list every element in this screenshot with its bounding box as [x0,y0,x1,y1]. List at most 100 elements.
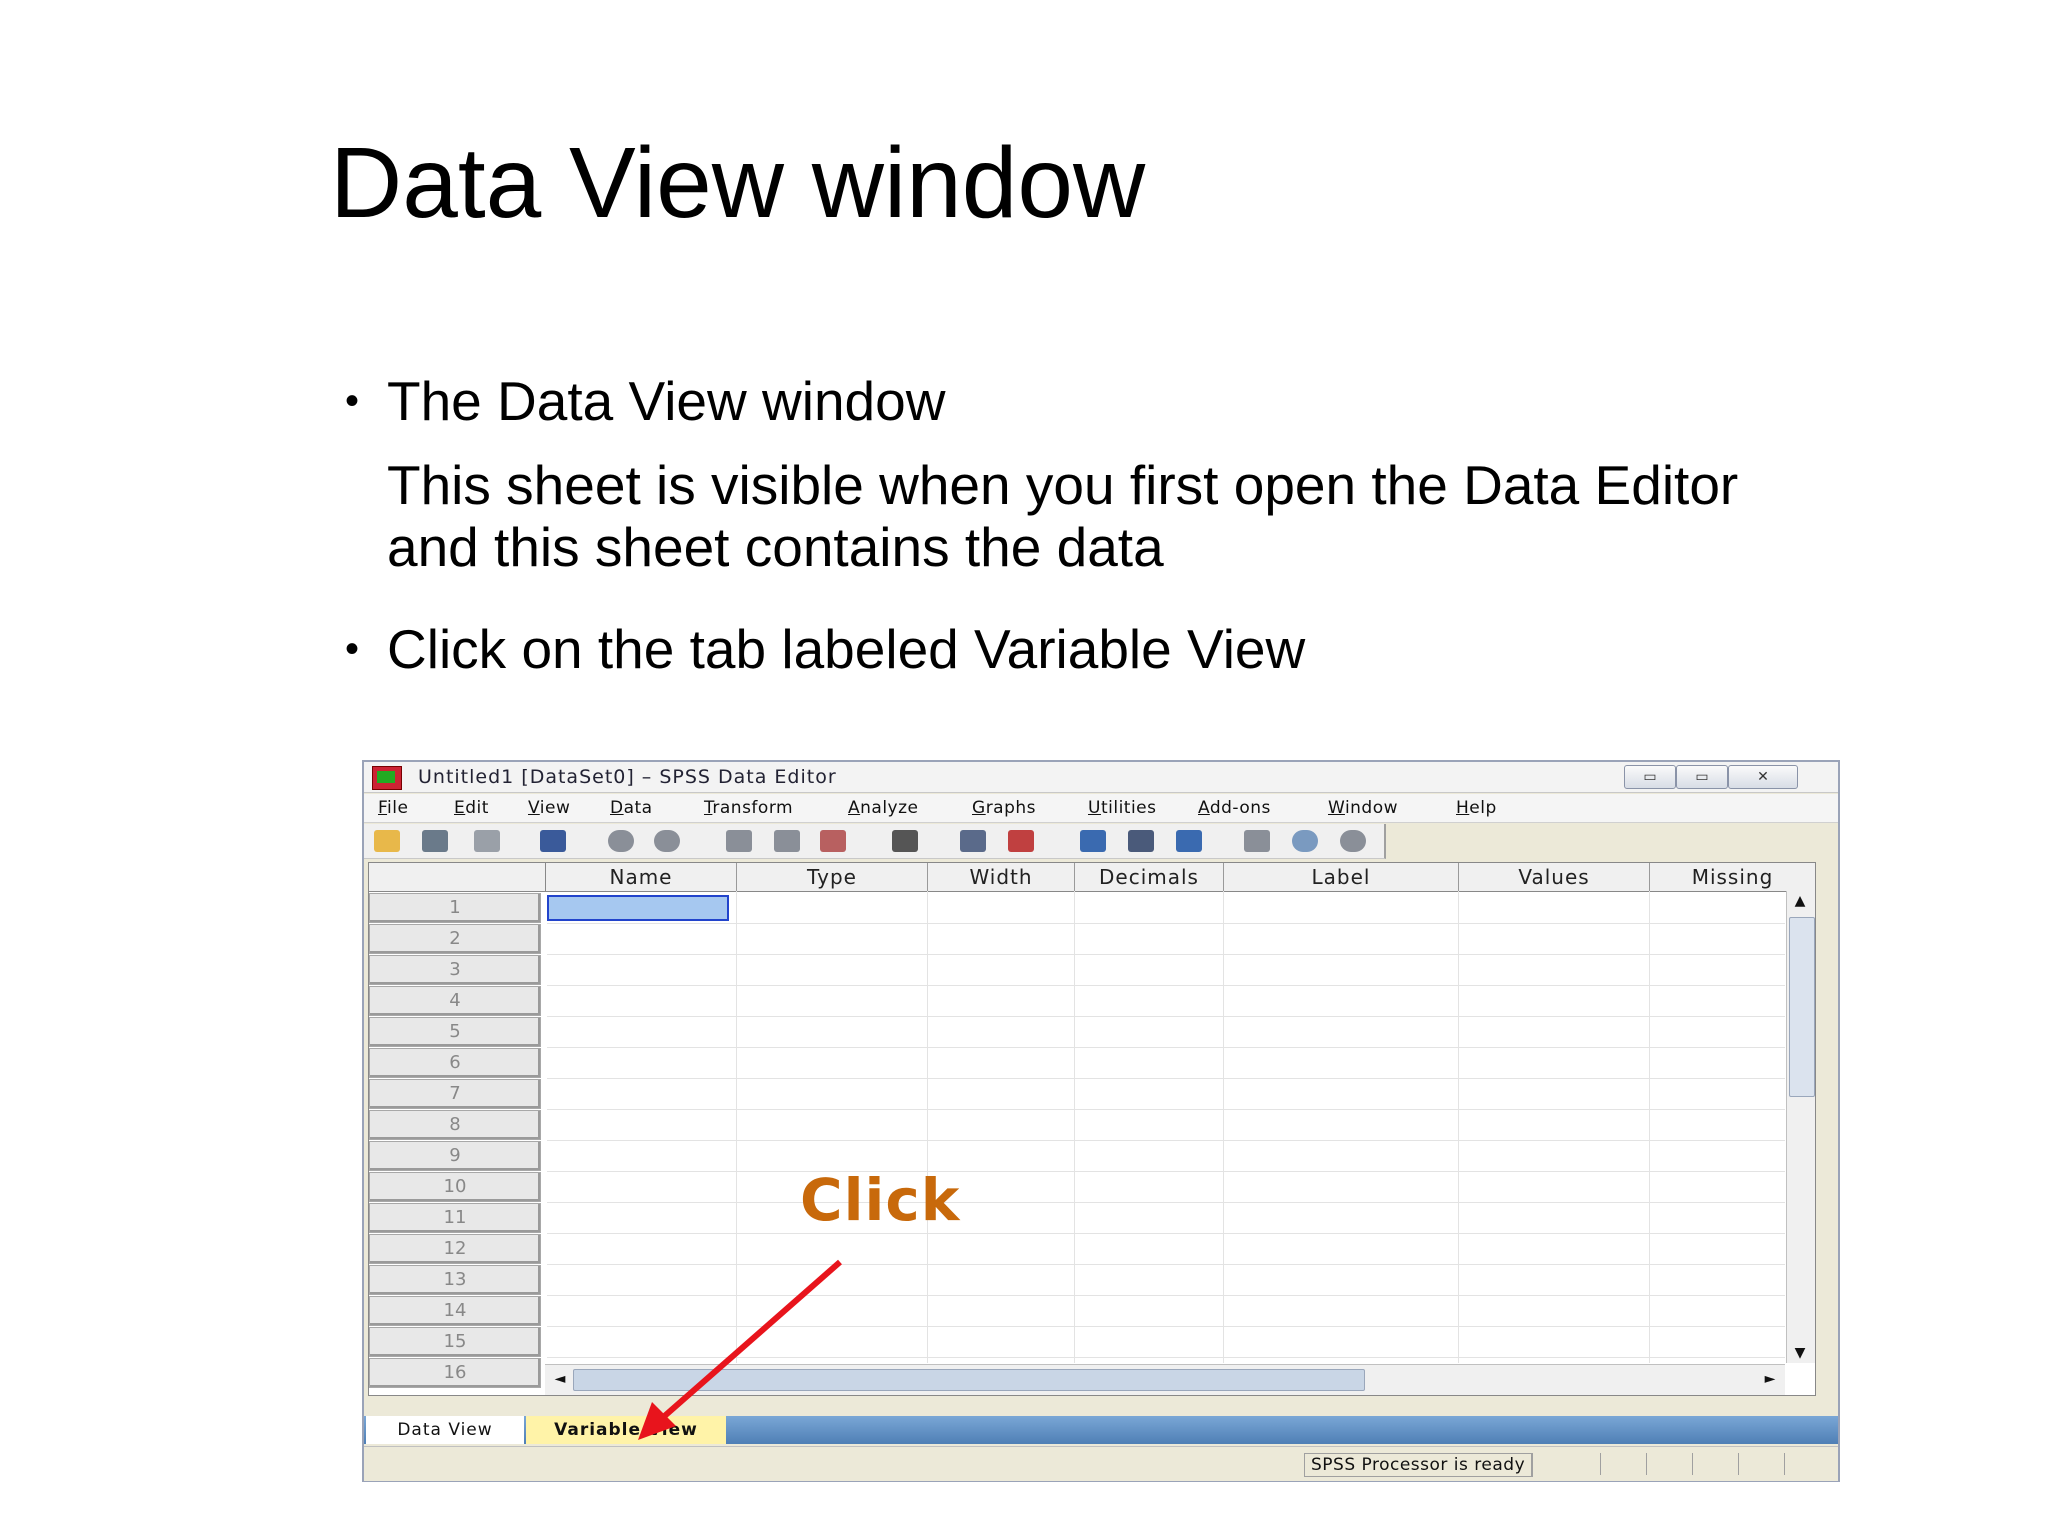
menu-window[interactable]: Window [1328,798,1398,818]
variables-icon[interactable] [820,830,846,852]
row-header[interactable]: 5 [369,1017,541,1047]
menu-analyze[interactable]: Analyze [848,798,919,818]
use-sets-icon[interactable] [1292,830,1318,852]
status-bar: SPSS Processor is ready [364,1446,1838,1481]
grid-row-line [547,1295,1785,1296]
row-header[interactable]: 7 [369,1079,541,1109]
menu-utilities[interactable]: Utilities [1088,798,1157,818]
bullet-item: • The Data View window [345,370,1845,432]
row-header[interactable]: 10 [369,1172,541,1202]
value-labels-icon[interactable] [1244,830,1270,852]
vertical-scrollbar[interactable]: ▲ ▼ [1786,891,1815,1363]
menu-help[interactable]: Help [1456,798,1497,818]
row-header[interactable]: 13 [369,1265,541,1295]
column-header-label[interactable]: Label [1224,863,1459,892]
grid-corner[interactable] [369,863,546,892]
menu-edit[interactable]: Edit [454,798,489,818]
find-icon[interactable] [892,830,918,852]
column-header-values[interactable]: Values [1459,863,1650,892]
minimize-button[interactable]: ▭ [1624,765,1676,789]
grid-column-line [1458,891,1459,1363]
row-header[interactable]: 8 [369,1110,541,1140]
grid-row-line [547,1264,1785,1265]
menu-file[interactable]: File [378,798,408,818]
menu-graphs[interactable]: Graphs [972,798,1036,818]
menu-data[interactable]: Data [610,798,653,818]
close-icon: ✕ [1757,769,1769,785]
menu-view[interactable]: View [528,798,570,818]
weight-cases-icon[interactable] [1128,830,1154,852]
horizontal-scroll-thumb[interactable] [573,1369,1365,1391]
vertical-scroll-thumb[interactable] [1789,917,1815,1097]
column-header-width[interactable]: Width [928,863,1075,892]
save-icon[interactable] [422,830,448,852]
bullet-text: Click on the tab labeled Variable View [387,618,1306,680]
row-header[interactable]: 3 [369,955,541,985]
minimize-icon: ▭ [1643,769,1657,785]
row-header[interactable]: 1 [369,893,541,923]
scroll-left-icon[interactable]: ◄ [547,1371,573,1387]
title-bar[interactable]: Untitled1 [DataSet0] – SPSS Data Editor … [364,762,1838,793]
row-header[interactable]: 6 [369,1048,541,1078]
goto-variable-icon[interactable] [774,830,800,852]
data-grid[interactable]: Name Type Width Decimals Label Values Mi… [368,862,1816,1396]
open-folder-icon[interactable] [374,830,400,852]
column-header-type[interactable]: Type [737,863,928,892]
grid-column-line [1223,891,1224,1363]
horizontal-scrollbar[interactable]: ◄ ► [545,1364,1785,1395]
column-header-missing[interactable]: Missing [1650,863,1815,892]
goto-case-icon[interactable] [726,830,752,852]
toolbar [364,824,1386,859]
bullet-item: • Click on the tab labeled Variable View [345,618,1845,680]
row-header[interactable]: 4 [369,986,541,1016]
show-all-icon[interactable] [1340,830,1366,852]
status-cell [1646,1453,1687,1475]
status-cell [1600,1453,1641,1475]
grid-row-line [547,1326,1785,1327]
dialog-recall-icon[interactable] [540,830,566,852]
split-file-icon[interactable] [1080,830,1106,852]
status-cell [1738,1453,1779,1475]
tab-variable-view[interactable]: Variable View [526,1416,726,1444]
row-header[interactable]: 15 [369,1327,541,1357]
menu-add-ons[interactable]: Add-ons [1198,798,1271,818]
grid-row-line [547,1047,1785,1048]
row-header[interactable]: 16 [369,1358,541,1388]
scroll-down-icon[interactable]: ▼ [1787,1345,1813,1361]
scroll-right-icon[interactable]: ► [1757,1371,1783,1387]
spss-app-icon [372,766,402,790]
maximize-icon: ▭ [1695,769,1709,785]
bullet-list: • The Data View window This sheet is vis… [345,370,1845,680]
row-header[interactable]: 9 [369,1141,541,1171]
grid-row-line [547,1202,1785,1203]
row-header[interactable]: 11 [369,1203,541,1233]
row-header[interactable]: 12 [369,1234,541,1264]
print-icon[interactable] [474,830,500,852]
bullet-subtext: This sheet is visible when you first ope… [387,454,1739,578]
grid-column-line [1649,891,1650,1363]
selected-cell[interactable] [547,895,729,921]
bullet-dot-icon: • [345,379,360,423]
grid-row-line [547,954,1785,955]
maximize-button[interactable]: ▭ [1676,765,1728,789]
undo-icon[interactable] [608,830,634,852]
menu-bar: File Edit View Data Transform Analyze Gr… [364,794,1838,823]
grid-row-line [547,923,1785,924]
insert-cases-icon[interactable] [960,830,986,852]
menu-transform[interactable]: Transform [704,798,793,818]
row-header[interactable]: 14 [369,1296,541,1326]
scroll-up-icon[interactable]: ▲ [1787,893,1813,909]
grid-column-line [736,891,737,1363]
grid-row-line [547,1171,1785,1172]
window-title: Untitled1 [DataSet0] – SPSS Data Editor [418,766,837,788]
select-cases-icon[interactable] [1176,830,1202,852]
row-header[interactable]: 2 [369,924,541,954]
tab-data-view[interactable]: Data View [366,1416,524,1444]
close-button[interactable]: ✕ [1728,765,1798,789]
column-header-name[interactable]: Name [546,863,737,892]
grid-column-line [927,891,928,1363]
bullet-text: The Data View window [387,370,946,432]
column-header-decimals[interactable]: Decimals [1075,863,1224,892]
redo-icon[interactable] [654,830,680,852]
insert-variable-icon[interactable] [1008,830,1034,852]
